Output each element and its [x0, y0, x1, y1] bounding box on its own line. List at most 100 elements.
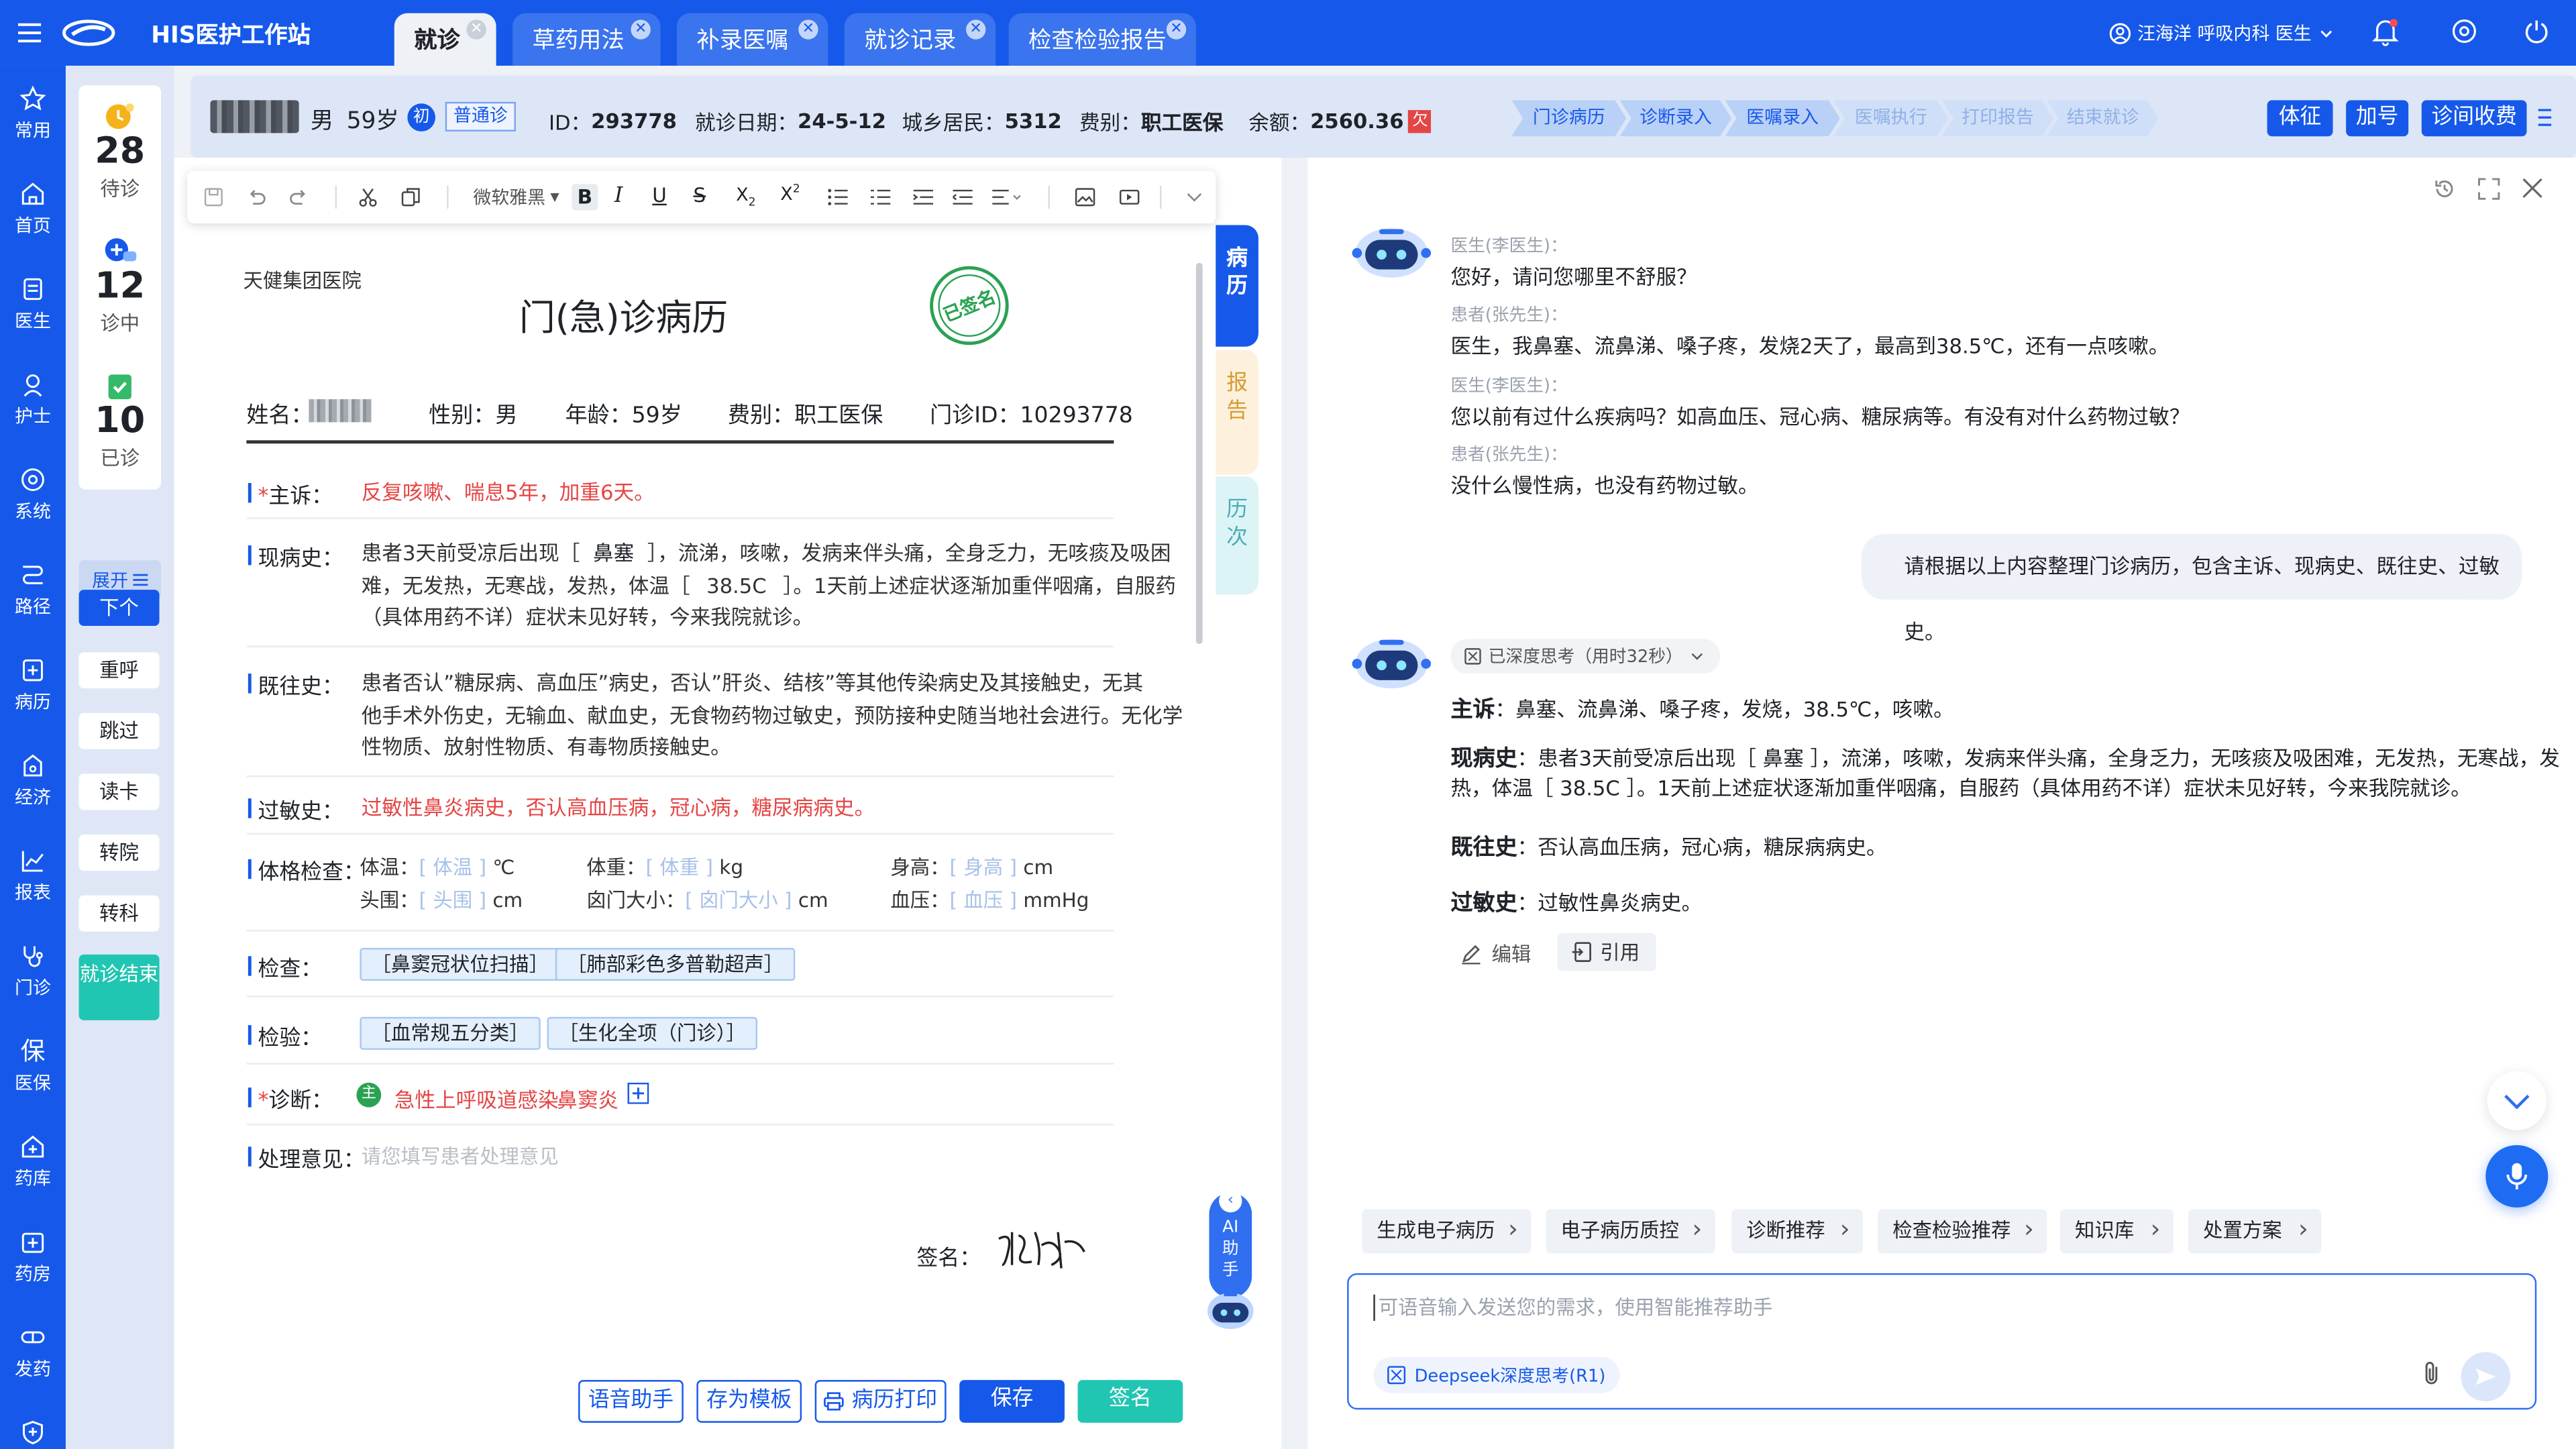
- power-icon[interactable]: [2524, 18, 2550, 44]
- lab-item[interactable]: ［血常规五分类］: [360, 1016, 541, 1050]
- transfer-hospital-button[interactable]: 转院: [78, 835, 160, 871]
- close-icon[interactable]: ✕: [798, 19, 818, 40]
- close-icon[interactable]: ✕: [1166, 19, 1187, 40]
- skip-button[interactable]: 跳过: [78, 712, 160, 749]
- step-order-execute[interactable]: 医嘱执行: [1833, 100, 1948, 136]
- tab-supplement[interactable]: 补录医嘱 ✕: [676, 13, 828, 66]
- edit-button[interactable]: 编辑: [1450, 934, 1541, 971]
- strikethrough-icon[interactable]: S: [693, 184, 706, 207]
- more-menu-icon[interactable]: [2538, 109, 2552, 127]
- nav-item-common[interactable]: 常用: [0, 85, 66, 167]
- vital-signs-button[interactable]: 体征: [2267, 100, 2333, 137]
- transfer-dept-button[interactable]: 转科: [78, 895, 160, 932]
- copy-icon[interactable]: [401, 187, 421, 207]
- tab-records[interactable]: 就诊记录 ✕: [844, 13, 996, 66]
- settings-icon[interactable]: [2451, 18, 2477, 44]
- ordered-list-icon[interactable]: [870, 189, 891, 205]
- queue-done[interactable]: 10 已诊: [79, 371, 161, 471]
- image-icon[interactable]: [1075, 187, 1096, 207]
- vital-temp[interactable]: 体温：[ 体温 ] ℃: [360, 853, 515, 885]
- nav-item-insurance[interactable]: 保医保: [0, 1038, 66, 1120]
- vital-bp[interactable]: 血压：[ 血压 ] mmHg: [890, 885, 1089, 918]
- menu-icon[interactable]: [16, 19, 42, 46]
- nav-item-system[interactable]: 系统: [0, 467, 66, 549]
- redo-icon[interactable]: [289, 187, 309, 207]
- present-illness-text[interactable]: 患者3天前受凉后出现［ 鼻塞 ］，流涕，咳嗽，发病来伴头痛，全身乏力，无咳痰及吸困 …: [362, 537, 1176, 633]
- nav-item-report[interactable]: 报表: [0, 848, 66, 930]
- vital-fontanel[interactable]: 囟门大小：[ 囟门大小 ] cm: [586, 885, 828, 918]
- model-selector[interactable]: Deepseek深度思考(R1): [1373, 1356, 1621, 1393]
- clinic-charge-button[interactable]: 诊间收费: [2421, 100, 2527, 137]
- suggestion-chip[interactable]: 电子病历质控: [1546, 1208, 1715, 1254]
- diagnosis-item[interactable]: 急性上呼吸道感染: [394, 1083, 559, 1114]
- send-button[interactable]: [2461, 1352, 2511, 1401]
- vital-height[interactable]: 身高：[ 身高 ] cm: [890, 853, 1053, 885]
- step-print-report[interactable]: 打印报告: [1942, 100, 2054, 136]
- user-menu[interactable]: 汪海洋 呼吸内科 医生: [2109, 19, 2332, 46]
- add-number-button[interactable]: 加号: [2346, 100, 2409, 137]
- collapse-icon[interactable]: ‹: [1219, 1189, 1242, 1213]
- bell-icon[interactable]: [2372, 18, 2399, 46]
- indent-icon[interactable]: [913, 189, 934, 205]
- save-icon[interactable]: [204, 187, 223, 207]
- sign-button[interactable]: 签名: [1077, 1380, 1183, 1423]
- close-icon[interactable]: ✕: [966, 19, 986, 40]
- history-icon[interactable]: [2433, 177, 2456, 200]
- record-scrollbar[interactable]: [1195, 262, 1203, 644]
- shield-icon[interactable]: [19, 1419, 46, 1446]
- save-template-button[interactable]: 存为模板: [696, 1380, 802, 1423]
- close-icon[interactable]: ✕: [466, 19, 486, 40]
- bullet-list-icon[interactable]: [828, 189, 848, 206]
- align-icon[interactable]: [992, 189, 1022, 205]
- underline-icon[interactable]: U: [652, 184, 667, 207]
- side-tab-report[interactable]: 报告: [1216, 350, 1258, 475]
- nav-item-outpatient[interactable]: 门诊: [0, 943, 66, 1025]
- nav-item-economy[interactable]: 经济: [0, 753, 66, 835]
- nav-item-dispense[interactable]: 发药: [0, 1324, 66, 1406]
- font-family-select[interactable]: 微软雅黑 ▼: [473, 184, 559, 210]
- chief-complaint-text[interactable]: 反复咳嗽、喘息5年，加重6天。: [362, 476, 655, 508]
- nav-item-doctor[interactable]: 医生: [0, 276, 66, 358]
- voice-assistant-button[interactable]: 语音助手: [578, 1380, 684, 1423]
- treatment-input[interactable]: 请您填写患者处理意见: [362, 1142, 559, 1170]
- deep-thinking-toggle[interactable]: 已深度思考（用时32秒）: [1450, 639, 1721, 674]
- step-outpatient-record[interactable]: 门诊病历: [1511, 100, 1626, 136]
- outdent-icon[interactable]: [953, 189, 973, 205]
- temperature-field[interactable]: 38.5C: [690, 572, 784, 597]
- chat-input[interactable]: 可语音输入发送您的需求，使用智能推荐助手: [1373, 1294, 2359, 1321]
- vital-weight[interactable]: 体重：[ 体重 ] kg: [586, 853, 743, 885]
- video-icon[interactable]: [1119, 187, 1140, 207]
- step-orders[interactable]: 医嘱录入: [1725, 100, 1839, 136]
- print-record-button[interactable]: 病历打印: [814, 1380, 947, 1423]
- queue-in-progress[interactable]: 12 诊中: [79, 237, 161, 337]
- exam-item[interactable]: ［肺部彩色多普勒超声］: [555, 948, 796, 981]
- side-tab-record[interactable]: 病历: [1216, 225, 1258, 347]
- end-visit-button[interactable]: 就诊结束: [78, 954, 160, 1020]
- tab-herbal[interactable]: 草药用法 ✕: [513, 13, 661, 66]
- queue-waiting[interactable]: 28 待诊: [79, 102, 161, 202]
- bold-icon[interactable]: B: [572, 184, 598, 211]
- suggestion-chip[interactable]: 诊断推荐: [1731, 1208, 1864, 1254]
- lab-item[interactable]: ［生化全项（门诊）］: [547, 1016, 758, 1050]
- nav-item-record[interactable]: 病历: [0, 657, 66, 739]
- nav-item-home[interactable]: 首页: [0, 180, 66, 262]
- superscript-icon[interactable]: X2: [780, 182, 800, 205]
- attachment-icon[interactable]: [2422, 1360, 2441, 1387]
- tab-reports[interactable]: 检查检验报告 ✕: [1008, 13, 1196, 66]
- suggestion-chip[interactable]: 生成电子病历: [1362, 1208, 1532, 1254]
- nav-item-path[interactable]: 路径: [0, 562, 66, 644]
- suggestion-chip[interactable]: 检查检验推荐: [1878, 1208, 2047, 1254]
- recall-button[interactable]: 重呼: [78, 652, 160, 689]
- next-patient-button[interactable]: 下个: [78, 590, 160, 627]
- scroll-down-button[interactable]: [2487, 1071, 2546, 1130]
- allergy-text[interactable]: 过敏性鼻炎病史，否认高血压病，冠心病，糖尿病病史。: [362, 792, 875, 824]
- expand-icon[interactable]: [2477, 177, 2500, 200]
- close-icon[interactable]: [2522, 177, 2543, 199]
- step-diagnosis[interactable]: 诊断录入: [1620, 100, 1732, 136]
- subscript-icon[interactable]: X2: [736, 184, 755, 209]
- quote-button[interactable]: 引用: [1557, 933, 1656, 971]
- close-icon[interactable]: ✕: [631, 19, 651, 40]
- voice-input-button[interactable]: [2485, 1144, 2548, 1208]
- exam-item[interactable]: ［鼻窦冠状位扫描］: [360, 948, 561, 981]
- past-history-text[interactable]: 患者否认”糖尿病、高血压”病史，否认”肝炎、结核”等其他传染病史及其接触史，无其…: [362, 667, 1183, 763]
